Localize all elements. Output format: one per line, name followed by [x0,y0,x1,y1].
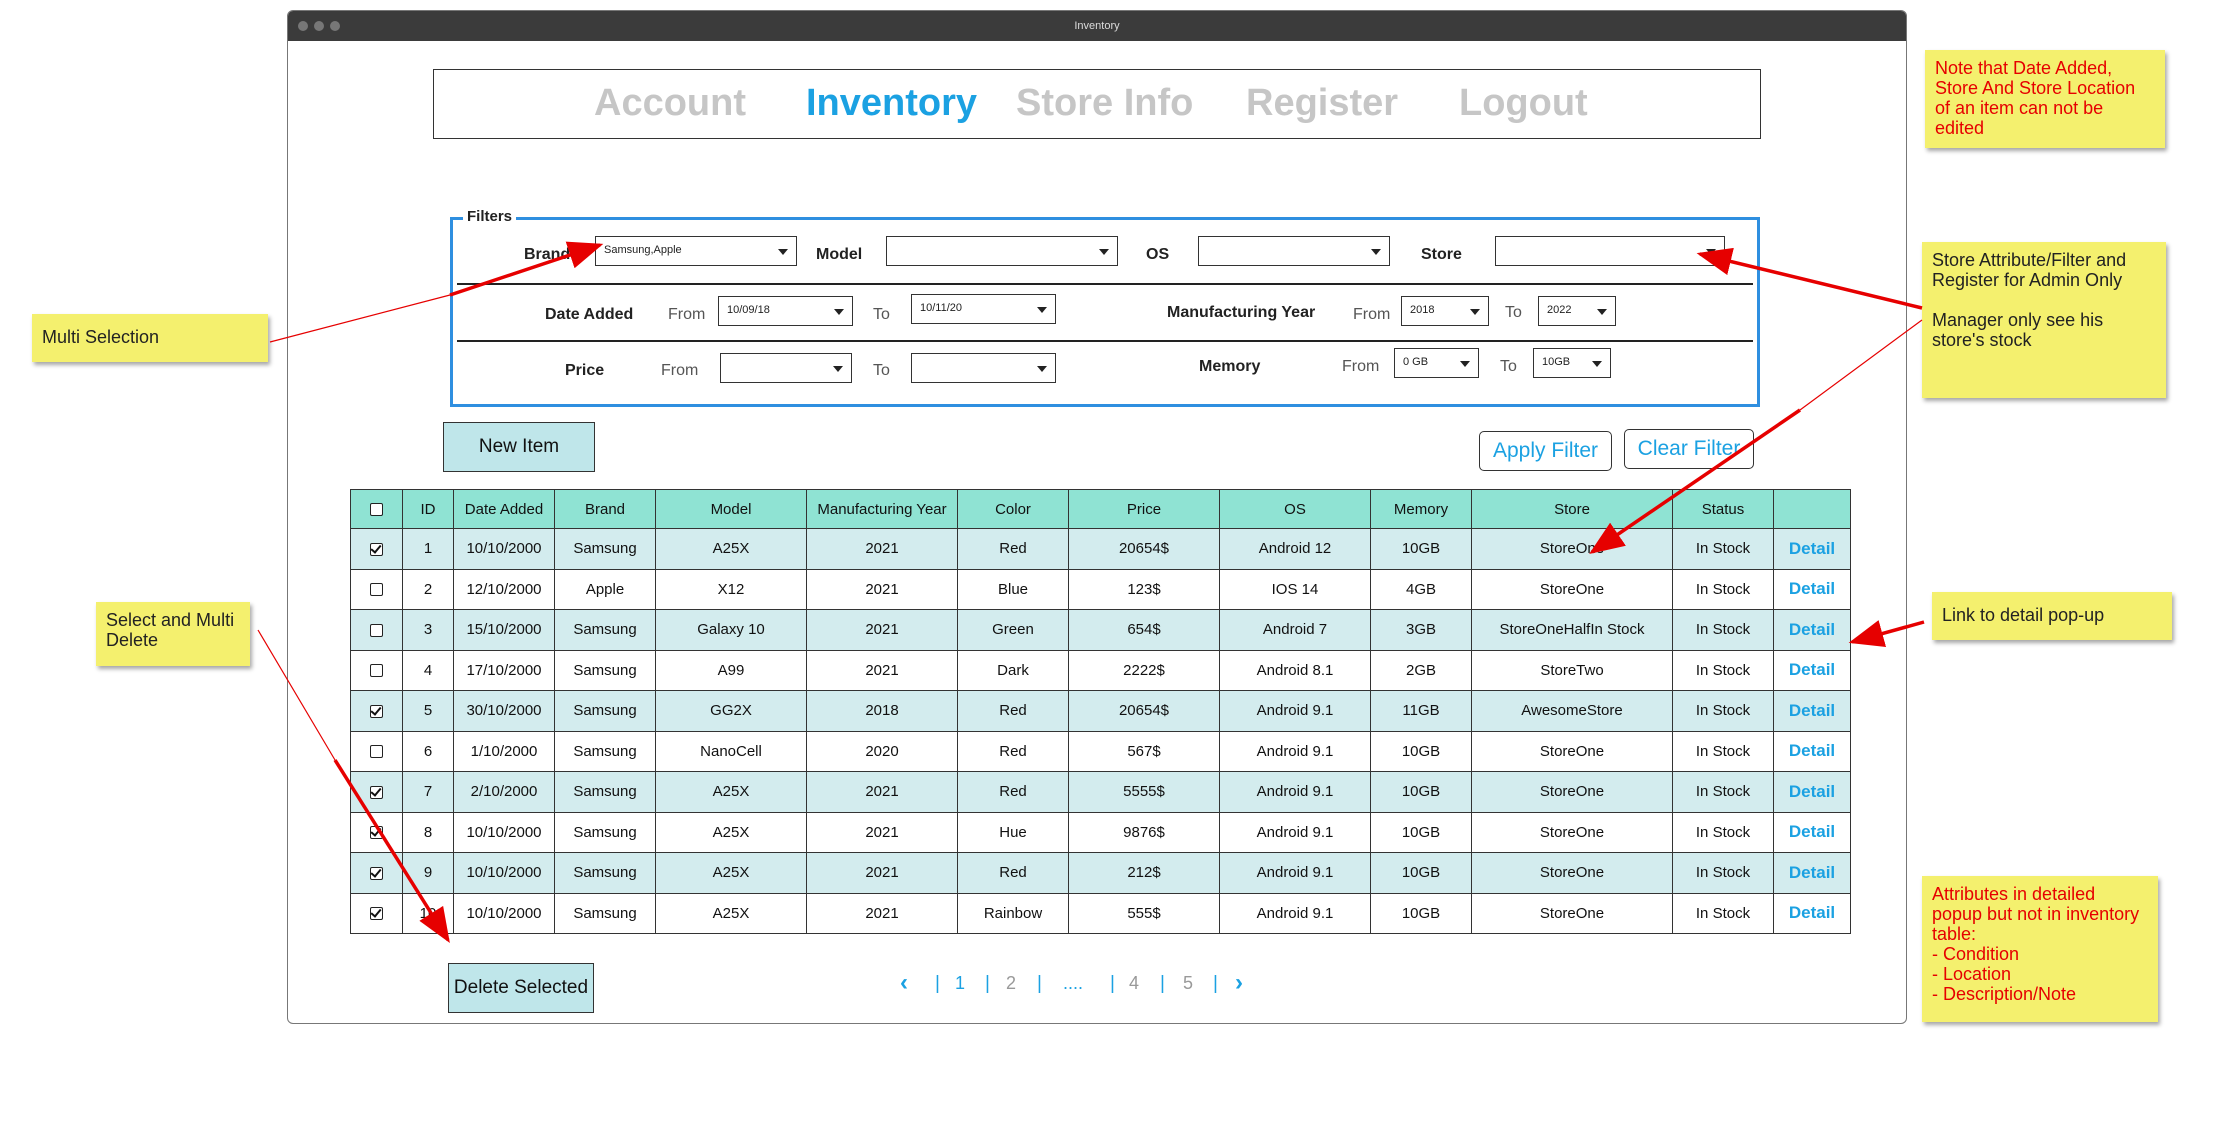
arrow-thin-multi-selection [269,294,451,343]
arrow-to-brand-select [449,241,604,297]
annotation-arrows [257,241,1925,943]
arrow-to-store-select [1696,247,1923,310]
arrow-to-detail-link [1848,620,1925,648]
arrow-to-store-column [1589,408,1801,554]
arrow-to-delete-selected [333,759,450,943]
arrow-thin-select-delete [257,629,336,761]
arrow-thin-store-attribute [1799,319,1923,411]
